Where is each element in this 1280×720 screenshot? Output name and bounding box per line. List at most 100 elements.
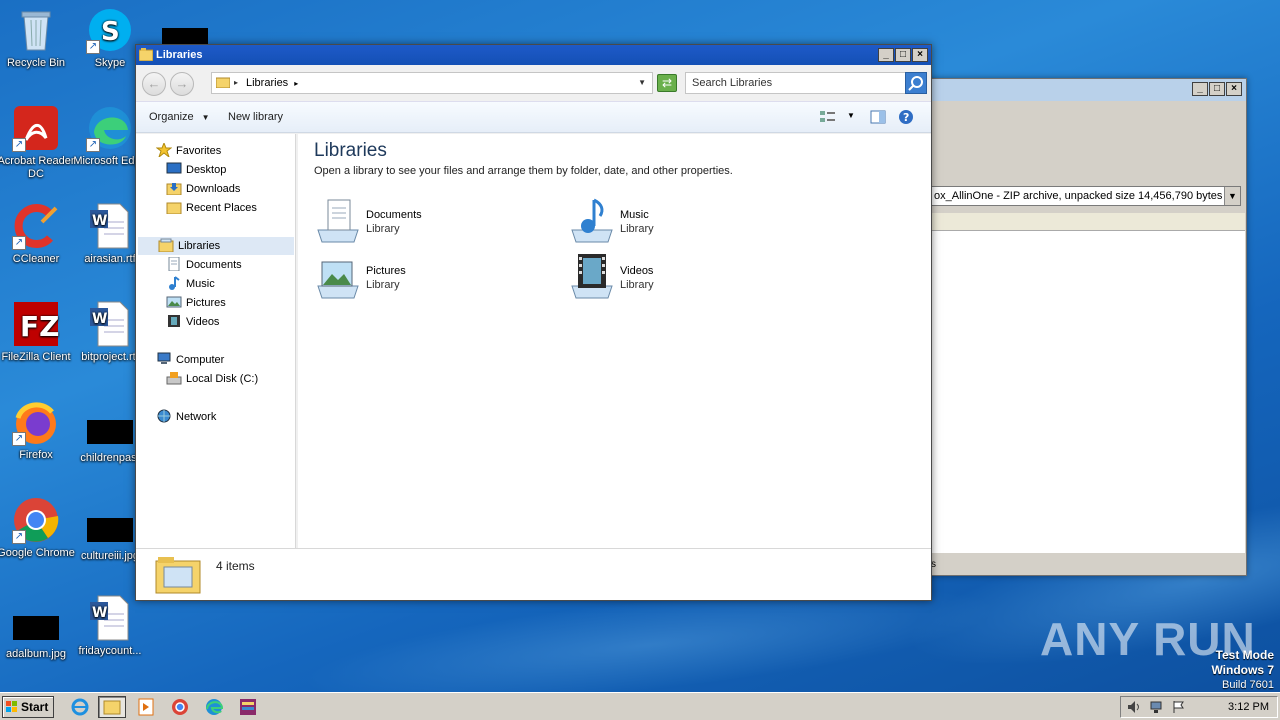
close-button[interactable]: × (912, 48, 928, 62)
nav-label: Favorites (176, 145, 222, 157)
nav-label: Downloads (186, 183, 241, 195)
svg-text:W: W (92, 311, 107, 327)
library-item-videos[interactable]: Videos Library (568, 252, 788, 304)
explorer-titlebar[interactable]: Libraries _ □ × (136, 45, 931, 65)
new-library-label: New library (228, 111, 284, 123)
taskbar-explorer[interactable] (98, 696, 126, 718)
shortcut-arrow-icon: ↗ (86, 40, 100, 54)
desktop-icon-fridaycount[interactable]: W fridaycount... (70, 594, 150, 658)
maximize-button[interactable]: □ (1209, 82, 1225, 96)
filezilla-icon: FZ (12, 300, 60, 348)
view-options-icon[interactable] (819, 110, 837, 124)
refresh-button[interactable]: ⇄ (657, 74, 677, 92)
svg-text:?: ? (903, 111, 909, 124)
chevron-down-icon[interactable]: ▼ (1224, 187, 1240, 205)
nav-item-network[interactable]: Network (156, 408, 216, 426)
details-pane: 4 items (136, 548, 931, 600)
desktop-icon-acrobat[interactable]: ↗ Acrobat Reader DC (0, 104, 76, 181)
libraries-icon (158, 238, 174, 252)
chevron-right-icon[interactable]: ▸ (234, 73, 238, 93)
libraries-icon (216, 77, 230, 88)
action-center-flag-icon[interactable] (1171, 700, 1185, 714)
organize-button[interactable]: Organize ▼ (149, 102, 210, 133)
desktop-icon-chrome[interactable]: ↗ Google Chrome (0, 496, 76, 560)
nav-item-libraries[interactable]: Libraries (138, 237, 294, 255)
nav-label: Desktop (186, 164, 227, 176)
documents-icon (168, 257, 180, 271)
minimize-button[interactable]: _ (878, 48, 894, 62)
videos-library-icon (571, 254, 613, 299)
archive-file-list[interactable] (931, 231, 1245, 553)
image-thumbnail (13, 616, 59, 640)
maximize-button[interactable]: □ (895, 48, 911, 62)
image-thumbnail (87, 518, 133, 542)
desktop-icon-label: fridaycount... (78, 645, 142, 657)
search-input[interactable]: Search Libraries (685, 72, 927, 94)
library-name: Documents (366, 209, 422, 221)
desktop-icon-ccleaner[interactable]: ↗ CCleaner (0, 202, 76, 266)
taskbar-chrome[interactable] (166, 696, 194, 718)
libraries-folder-icon (155, 557, 201, 594)
new-library-button[interactable]: New library (228, 102, 283, 132)
edge-icon: ↗ (86, 104, 134, 152)
chevron-down-icon[interactable]: ▼ (638, 73, 646, 93)
music-note-icon (169, 276, 180, 290)
nav-item-videos[interactable]: Videos (166, 313, 219, 331)
chevron-down-icon[interactable]: ▼ (847, 111, 855, 120)
address-bar[interactable]: ▸ Libraries ▸ ▼ (211, 72, 653, 94)
search-icon[interactable] (905, 72, 927, 94)
nav-item-documents[interactable]: Documents (166, 256, 242, 274)
library-item-pictures[interactable]: Pictures Library (314, 252, 534, 304)
minimize-button[interactable]: _ (1192, 82, 1208, 96)
nav-item-computer[interactable]: Computer (156, 351, 224, 369)
nav-item-music[interactable]: Music (166, 275, 215, 293)
nav-item-local-disk[interactable]: Local Disk (C:) (166, 370, 258, 388)
forward-button[interactable]: → (170, 72, 194, 96)
volume-icon[interactable] (1127, 700, 1141, 714)
archive-window[interactable]: _ □ × ox_AllinOne - ZIP archive, unpacke… (924, 78, 1247, 576)
back-button[interactable]: ← (142, 72, 166, 96)
nav-label: Libraries (178, 240, 221, 252)
nav-label: Videos (186, 316, 220, 328)
library-item-music[interactable]: Music Library (568, 196, 788, 248)
shortcut-arrow-icon: ↗ (12, 138, 26, 152)
item-count: 4 items (216, 559, 255, 573)
library-type: Library (620, 279, 654, 291)
documents-library-icon (317, 199, 359, 243)
start-button[interactable]: Start (2, 696, 54, 718)
taskbar-media-player[interactable] (132, 696, 160, 718)
desktop-icon-filezilla[interactable]: FZ FileZilla Client (0, 300, 76, 364)
taskbar-edge[interactable] (200, 696, 228, 718)
taskbar-winrar[interactable] (234, 696, 262, 718)
taskbar-internet-explorer[interactable] (66, 696, 94, 718)
chevron-right-icon[interactable]: ▸ (294, 79, 298, 88)
explorer-window[interactable]: Libraries _ □ × ← → ▸ Libraries ▸ ▼ ⇄ Sea… (135, 44, 932, 601)
nav-item-favorites[interactable]: Favorites (156, 142, 221, 160)
nav-label: Pictures (186, 297, 226, 309)
acrobat-icon: ↗ (12, 104, 60, 152)
address-breadcrumb[interactable]: Libraries (246, 77, 288, 89)
library-item-documents[interactable]: Documents Library (314, 196, 534, 248)
close-button[interactable]: × (1226, 82, 1242, 96)
winrar-icon (240, 699, 256, 715)
desktop-icon-firefox[interactable]: ↗ Firefox (0, 398, 76, 462)
nav-item-recent-places[interactable]: Recent Places (166, 199, 257, 217)
nav-item-pictures[interactable]: Pictures (166, 294, 226, 312)
desktop-icon-adalbum[interactable]: adalbum.jpg (0, 604, 76, 661)
help-icon[interactable]: ? (898, 109, 914, 125)
svg-text:W: W (92, 213, 107, 229)
nav-item-desktop[interactable]: Desktop (166, 161, 226, 179)
nav-label: Network (176, 411, 217, 423)
content-pane[interactable]: Libraries Open a library to see your fil… (298, 134, 931, 548)
preview-pane-icon[interactable] (870, 110, 886, 124)
clock[interactable]: 3:12 PM (1228, 697, 1269, 717)
nav-label: Documents (186, 259, 242, 271)
network-status-icon[interactable] (1149, 700, 1163, 714)
computer-icon (157, 352, 171, 364)
navigation-pane[interactable]: Favorites Desktop Downloads Recent Place… (136, 134, 296, 548)
nav-item-downloads[interactable]: Downloads (166, 180, 240, 198)
archive-info-dropdown[interactable]: ox_AllinOne - ZIP archive, unpacked size… (931, 186, 1241, 206)
desktop-icon-recycle-bin[interactable]: Recycle Bin (0, 6, 76, 70)
archive-window-titlebar[interactable]: _ □ × (925, 79, 1246, 101)
media-player-icon (138, 698, 154, 716)
